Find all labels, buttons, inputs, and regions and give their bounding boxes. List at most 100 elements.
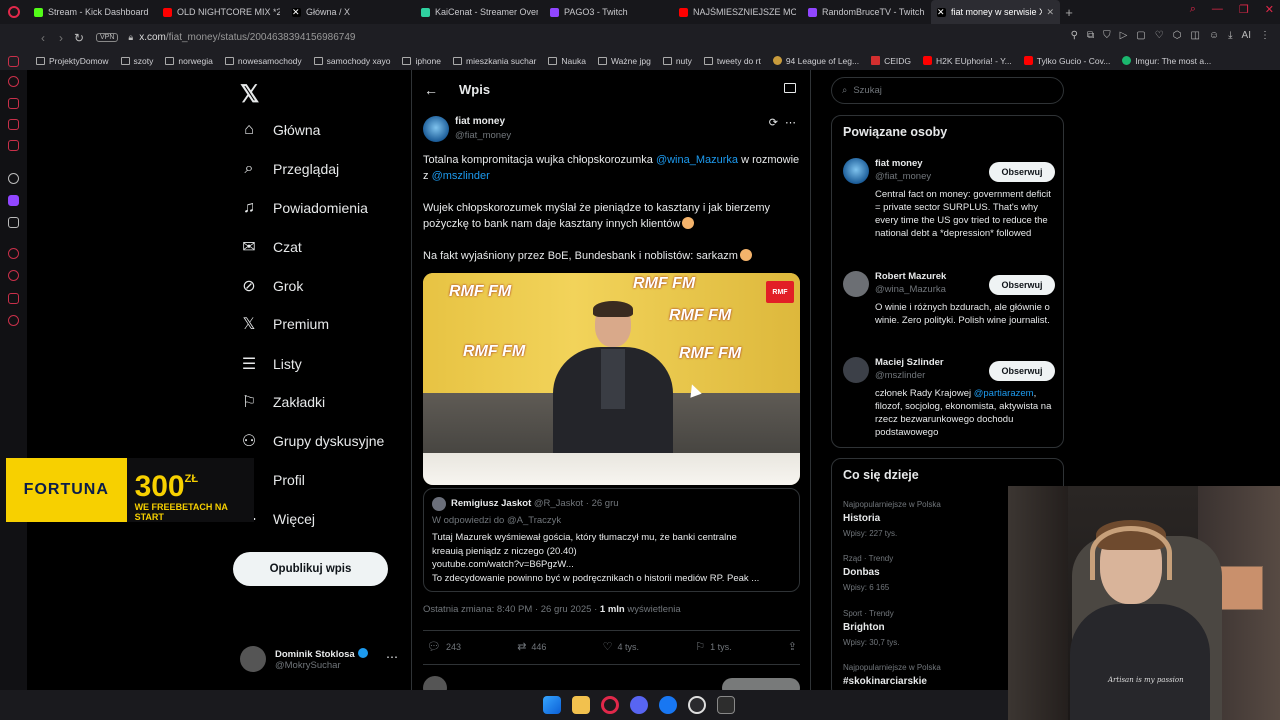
bookmark-item[interactable]: tweety do rt xyxy=(703,56,761,66)
steam-icon[interactable] xyxy=(688,696,706,714)
search-input[interactable]: ⌕ Szukaj xyxy=(831,77,1064,104)
post-video[interactable]: RMF FM RMF FM RMF FM RMF FM RMF FM RMF xyxy=(423,273,800,485)
search-tabs-icon[interactable]: ⌕ xyxy=(1190,3,1196,16)
bookmark-item[interactable]: norwegia xyxy=(165,56,213,66)
settings-icon[interactable] xyxy=(8,315,19,326)
bookmark-item[interactable]: CEIDG xyxy=(871,56,911,66)
maximize-icon[interactable]: ❐ xyxy=(1239,3,1249,16)
sidebar-app-icon[interactable] xyxy=(8,98,19,109)
menu-icon[interactable]: ⋮ xyxy=(1260,30,1270,41)
sidebar-app-icon[interactable] xyxy=(8,248,19,259)
bookmark-button[interactable]: ⚐ 1 tys. xyxy=(695,640,731,653)
lock-icon[interactable]: 🔒︎ xyxy=(128,32,133,43)
nav-item-home[interactable]: ⌂ Główna xyxy=(240,118,320,142)
bookmark-item[interactable]: nowesamochody xyxy=(224,56,302,66)
follow-button[interactable]: Obserwuj xyxy=(989,162,1055,182)
browser-tab[interactable]: Stream - Kick Dashboard xyxy=(28,0,157,24)
nav-item-chat[interactable]: ✉ Czat xyxy=(240,235,302,259)
nav-item-bookmarks[interactable]: ⚐ Zakładki xyxy=(240,390,325,414)
author-avatar[interactable] xyxy=(423,116,449,142)
browser-tab[interactable]: KaiCenat - Streamer Over xyxy=(415,0,544,24)
pin-icon[interactable]: ⚲ xyxy=(1071,30,1078,41)
profile-icon[interactable]: ☺ xyxy=(1209,30,1219,41)
like-button[interactable]: ♡ 4 tys. xyxy=(603,640,639,653)
bookmark-item[interactable]: Tylko Gucio - Cov... xyxy=(1023,56,1110,66)
account-switcher[interactable]: Dominik Stoklosa @MokrySuchar ⋯ xyxy=(240,644,402,674)
nav-item-explore[interactable]: ⌕ Przeglądaj xyxy=(240,157,340,181)
repost-button[interactable]: ⇄ 446 xyxy=(517,640,546,653)
bookmark-item[interactable]: ProjektyDomow xyxy=(36,56,109,66)
nav-item-notifications[interactable]: ♫ Powiadomienia xyxy=(240,196,368,220)
mention-link[interactable]: @mszlinder xyxy=(432,170,490,182)
windows-start-icon[interactable] xyxy=(543,696,561,714)
quoted-post[interactable]: Remigiusz Jaskot @R_Jaskot · 26 gru W od… xyxy=(423,488,800,592)
sidebar-app-icon[interactable] xyxy=(8,140,19,151)
facebook-icon[interactable] xyxy=(659,696,677,714)
nav-item-lists[interactable]: ☰ Listy xyxy=(240,352,302,376)
nav-item-premium[interactable]: 𝕏 Premium xyxy=(240,312,329,336)
nav-item-communities[interactable]: ⚇ Grupy dyskusyjne xyxy=(240,429,384,453)
mention-link[interactable]: @wina_Mazurka xyxy=(656,154,738,166)
follow-button[interactable]: Obserwuj xyxy=(989,275,1055,295)
nav-item-grok[interactable]: ⊘ Grok xyxy=(240,274,303,298)
share-button[interactable]: ⇪ xyxy=(788,640,797,653)
history-icon[interactable] xyxy=(8,270,19,281)
back-arrow-icon[interactable]: ← xyxy=(424,82,438,98)
reader-mode-icon[interactable] xyxy=(784,83,796,93)
browser-tab[interactable]: NAJŚMIESZNIEJSZE MOM xyxy=(673,0,802,24)
shield-icon[interactable]: ⛉ xyxy=(1103,30,1111,41)
sidebar-app-icon[interactable] xyxy=(8,76,19,87)
reply-composer[interactable] xyxy=(423,674,800,700)
post-button[interactable]: Opublikuj wpis xyxy=(233,552,388,586)
sidebar-app-icon[interactable] xyxy=(8,119,19,130)
bookmark-item[interactable]: H2K EUphoria! - Y... xyxy=(923,56,1012,66)
bookmark-item[interactable]: nuty xyxy=(662,56,692,66)
browser-tab[interactable]: RandomBruceTV - Twitch xyxy=(802,0,931,24)
twitch-icon[interactable] xyxy=(8,195,19,206)
bookmark-item[interactable]: Nauka xyxy=(548,56,586,66)
back-icon[interactable]: ‹ xyxy=(34,31,52,45)
mention-link[interactable]: @partiarazem xyxy=(974,388,1034,399)
forward-icon[interactable]: › xyxy=(52,31,70,45)
discord-icon[interactable] xyxy=(630,696,648,714)
sidebar-app-icon[interactable] xyxy=(8,293,19,304)
download-icon[interactable]: ⤓ xyxy=(1228,30,1232,41)
file-explorer-icon[interactable] xyxy=(572,696,590,714)
bookmark-item[interactable]: szoty xyxy=(120,56,153,66)
bookmark-item[interactable]: samochody xayo xyxy=(313,56,390,66)
camera-icon[interactable]: ◫ xyxy=(1190,30,1199,41)
heart-icon[interactable]: ♡ xyxy=(1155,30,1164,41)
opera-icon[interactable] xyxy=(601,696,619,714)
follow-button[interactable]: Obserwuj xyxy=(989,361,1055,381)
wallet-icon[interactable]: ▢ xyxy=(1136,30,1145,41)
x-logo-icon[interactable]: 𝕏 xyxy=(240,80,259,109)
opera-logo-icon[interactable] xyxy=(0,0,28,24)
author-handle[interactable]: @fiat_money xyxy=(455,130,511,141)
extensions-icon[interactable]: ⬡ xyxy=(1173,30,1182,41)
browser-tab-active[interactable]: ✕ fiat money w serwisie X: , ✕ xyxy=(931,0,1060,24)
grok-icon[interactable]: ⟳ xyxy=(769,117,780,129)
close-tab-icon[interactable]: ✕ xyxy=(1046,7,1054,18)
terminal-icon[interactable] xyxy=(717,696,735,714)
more-options-icon[interactable]: ⋯ xyxy=(386,650,398,664)
x-icon[interactable] xyxy=(8,217,19,228)
ai-icon[interactable]: AI xyxy=(1242,30,1251,41)
url-field[interactable]: x.com/fiat_money/status/2004638394156986… xyxy=(139,32,355,43)
more-options-icon[interactable]: ⋯ xyxy=(785,117,798,129)
bookmark-item[interactable]: Imgur: The most a... xyxy=(1122,56,1211,66)
reply-button[interactable]: 💬︎ 243 xyxy=(427,640,461,653)
bookmark-item[interactable]: 94 League of Leg... xyxy=(772,56,859,66)
sidebar-app-icon[interactable] xyxy=(8,56,19,67)
author-name[interactable]: fiat money xyxy=(455,116,505,127)
browser-tab[interactable]: OLD NIGHTCORE MIX *20 xyxy=(157,0,286,24)
chatgpt-icon[interactable] xyxy=(8,173,19,184)
reload-icon[interactable]: ↻ xyxy=(70,31,88,45)
new-tab-button[interactable]: + xyxy=(1060,5,1078,20)
bookmark-item[interactable]: mieszkania suchar xyxy=(453,56,536,66)
browser-tab[interactable]: PAGO3 - Twitch xyxy=(544,0,673,24)
screenshot-icon[interactable]: ⧉ xyxy=(1087,30,1094,41)
play-icon[interactable]: ▷ xyxy=(1120,30,1128,41)
vpn-badge[interactable]: VPN xyxy=(96,33,119,42)
bookmark-item[interactable]: Ważne jpg xyxy=(597,56,651,66)
bookmark-item[interactable]: iphone xyxy=(402,56,441,66)
